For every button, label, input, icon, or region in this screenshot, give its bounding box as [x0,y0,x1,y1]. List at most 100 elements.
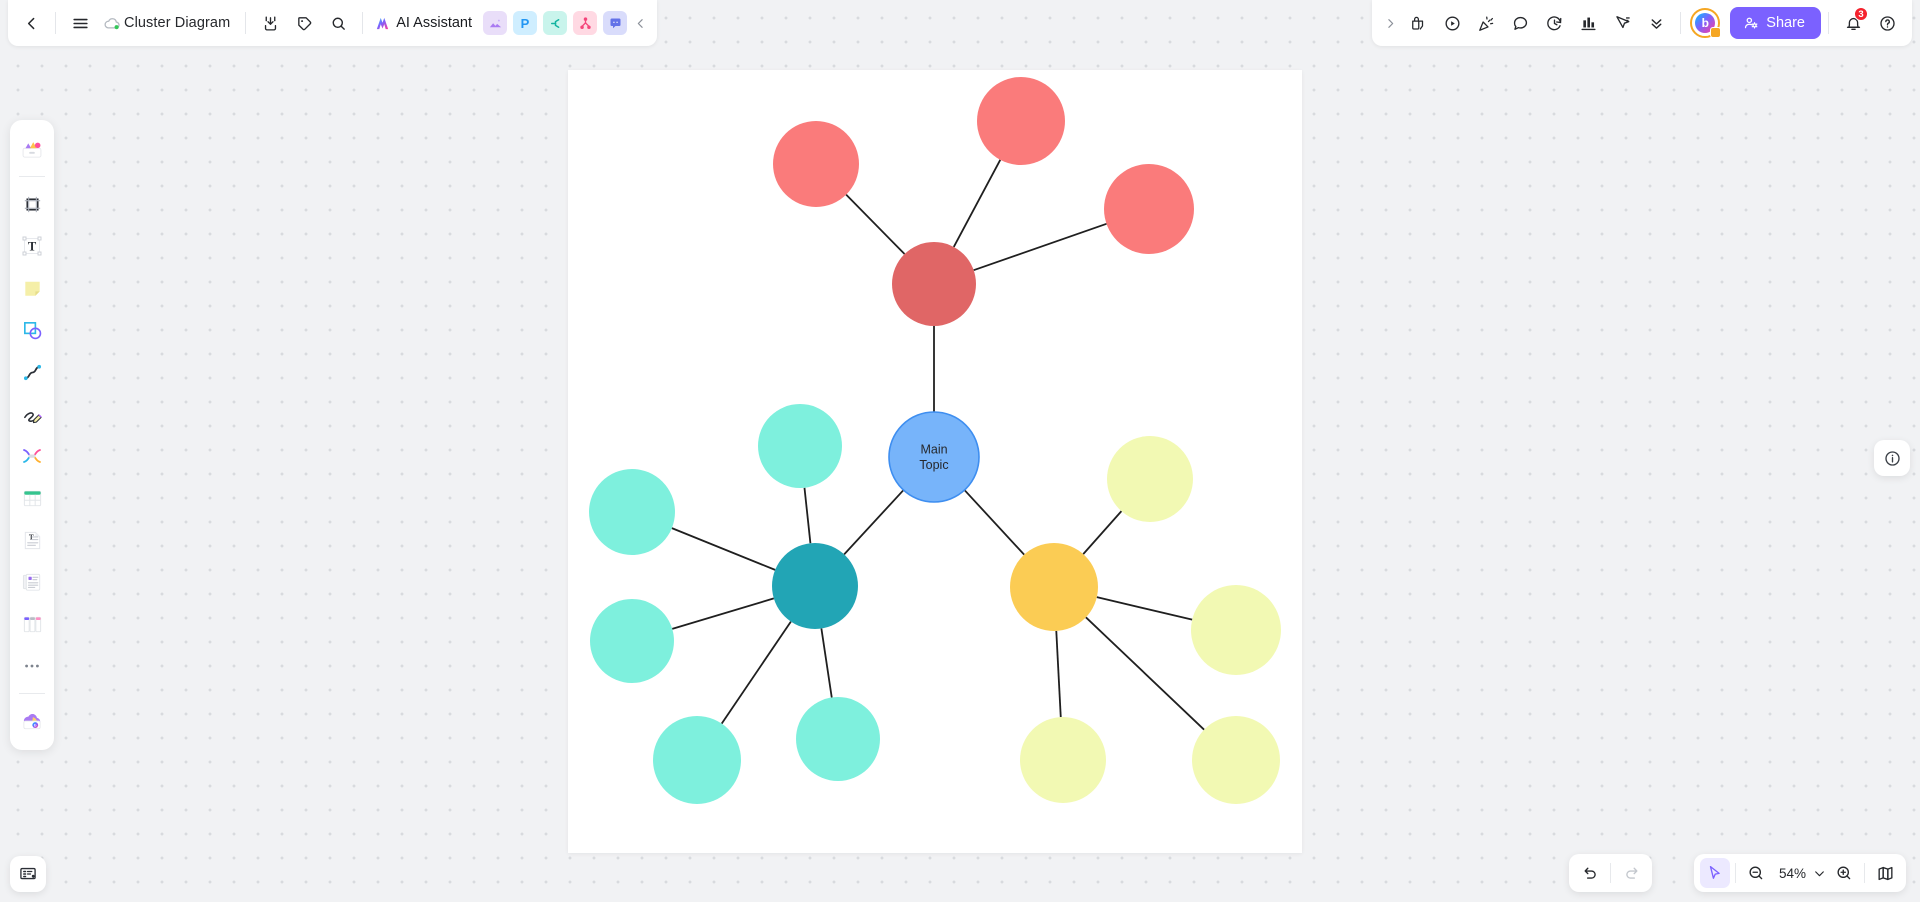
timer-icon[interactable] [1537,6,1571,40]
presentation-mode-button[interactable] [10,856,46,892]
search-button[interactable] [321,6,355,40]
node-circle[interactable] [772,543,858,629]
minimap-button[interactable] [1870,858,1900,888]
sticky-note-icon[interactable] [15,271,49,305]
diagram-node[interactable]: MainTopic [888,411,980,503]
node-circle[interactable] [1104,164,1194,254]
diagram-node[interactable] [1191,585,1281,675]
pen-icon[interactable] [15,397,49,431]
help-button[interactable] [1870,6,1904,40]
node-circle[interactable] [1010,543,1098,631]
diagram-edge[interactable] [1055,630,1062,718]
cursor-pointer-icon[interactable] [1605,6,1639,40]
diagram-node[interactable] [653,716,741,804]
diagram-page[interactable]: Main Topic [568,70,1302,853]
node-circle[interactable] [773,121,859,207]
more-tools-icon[interactable] [15,649,49,683]
topbar-right: b Share 3 [1372,0,1912,46]
diagram-node[interactable] [892,242,976,326]
chat-icon[interactable] [603,11,628,35]
flowchart-icon[interactable] [543,11,568,35]
share-button[interactable]: Share [1730,7,1821,39]
node-circle[interactable] [653,716,741,804]
diagram-edge[interactable] [843,489,905,556]
select-tool-button[interactable] [1699,858,1730,888]
tag-button[interactable] [287,6,321,40]
node-circle[interactable] [1192,716,1280,804]
table-icon[interactable] [15,481,49,515]
cluster-diagram-svg[interactable]: MainTopic [568,70,1302,853]
mindmap-tool-icon[interactable] [15,439,49,473]
presentation-p-icon[interactable]: P [513,11,538,35]
image-icon[interactable] [483,11,508,35]
document-icon[interactable]: T [15,523,49,557]
text-icon[interactable]: T [15,229,49,263]
vote-chart-icon[interactable] [1571,6,1605,40]
diagram-edge[interactable] [952,159,1002,248]
diagram-edge[interactable] [963,489,1025,556]
node-circle[interactable] [796,697,880,781]
collapse-toolbar-button[interactable] [630,17,651,30]
diagram-node[interactable] [1192,716,1280,804]
ai-assistant-button[interactable]: AI Assistant [370,15,480,32]
sticky-lock-icon[interactable] [1401,6,1435,40]
celebrate-icon[interactable] [1469,6,1503,40]
diagram-edge[interactable] [1085,616,1205,731]
kanban-icon[interactable] [15,607,49,641]
notifications-button[interactable]: 3 [1836,6,1870,40]
diagram-node[interactable] [758,404,842,488]
connector-icon[interactable] [15,355,49,389]
zoom-out-button[interactable] [1741,858,1771,888]
shapes-icon[interactable] [15,313,49,347]
redo-button[interactable] [1616,858,1646,888]
card-icon[interactable] [15,565,49,599]
comment-icon[interactable] [1503,6,1537,40]
diagram-edge[interactable] [671,597,775,630]
node-circle[interactable] [888,411,980,503]
diagram-node[interactable] [1107,436,1193,522]
ai-tools-icon[interactable]: b [15,704,49,738]
page-title[interactable]: Cluster Diagram [122,15,238,31]
node-circle[interactable] [758,404,842,488]
svg-text:T: T [28,239,37,253]
zoom-dropdown-button[interactable] [1809,858,1829,888]
zoom-level-label[interactable]: 54% [1771,866,1809,881]
avatar[interactable]: b [1690,8,1722,38]
diagram-node[interactable] [590,599,674,683]
diagram-node[interactable] [1104,164,1194,254]
node-circle[interactable] [1191,585,1281,675]
back-button[interactable] [14,6,48,40]
node-circle[interactable] [1107,436,1193,522]
diagram-node[interactable] [1020,717,1106,803]
node-circle[interactable] [977,77,1065,165]
diagram-edge[interactable] [803,487,812,544]
node-circle[interactable] [1020,717,1106,803]
diagram-edge[interactable] [845,194,906,255]
diagram-edge[interactable] [820,628,833,698]
templates-icon[interactable] [15,132,49,166]
menu-button[interactable] [63,6,97,40]
mindmap-icon[interactable] [573,11,598,35]
diagram-node[interactable] [977,77,1065,165]
frame-icon[interactable] [15,187,49,221]
node-circle[interactable] [590,599,674,683]
save-button[interactable] [253,6,287,40]
node-circle[interactable] [589,469,675,555]
diagram-edge[interactable] [1082,510,1123,555]
zoom-in-button[interactable] [1829,858,1859,888]
info-button[interactable] [1874,440,1910,476]
diagram-node[interactable] [773,121,859,207]
node-circle[interactable] [892,242,976,326]
diagram-node[interactable] [796,697,880,781]
diagram-node[interactable] [772,543,858,629]
diagram-edge[interactable] [720,621,792,725]
undo-button[interactable] [1575,858,1605,888]
diagram-edge[interactable] [1096,596,1193,621]
diagram-edge[interactable] [671,527,776,571]
chevron-double-down-icon[interactable] [1639,6,1673,40]
expand-toolbar-button[interactable] [1380,17,1401,30]
play-circle-icon[interactable] [1435,6,1469,40]
diagram-node[interactable] [589,469,675,555]
diagram-edge[interactable] [973,222,1107,272]
diagram-node[interactable] [1010,543,1098,631]
